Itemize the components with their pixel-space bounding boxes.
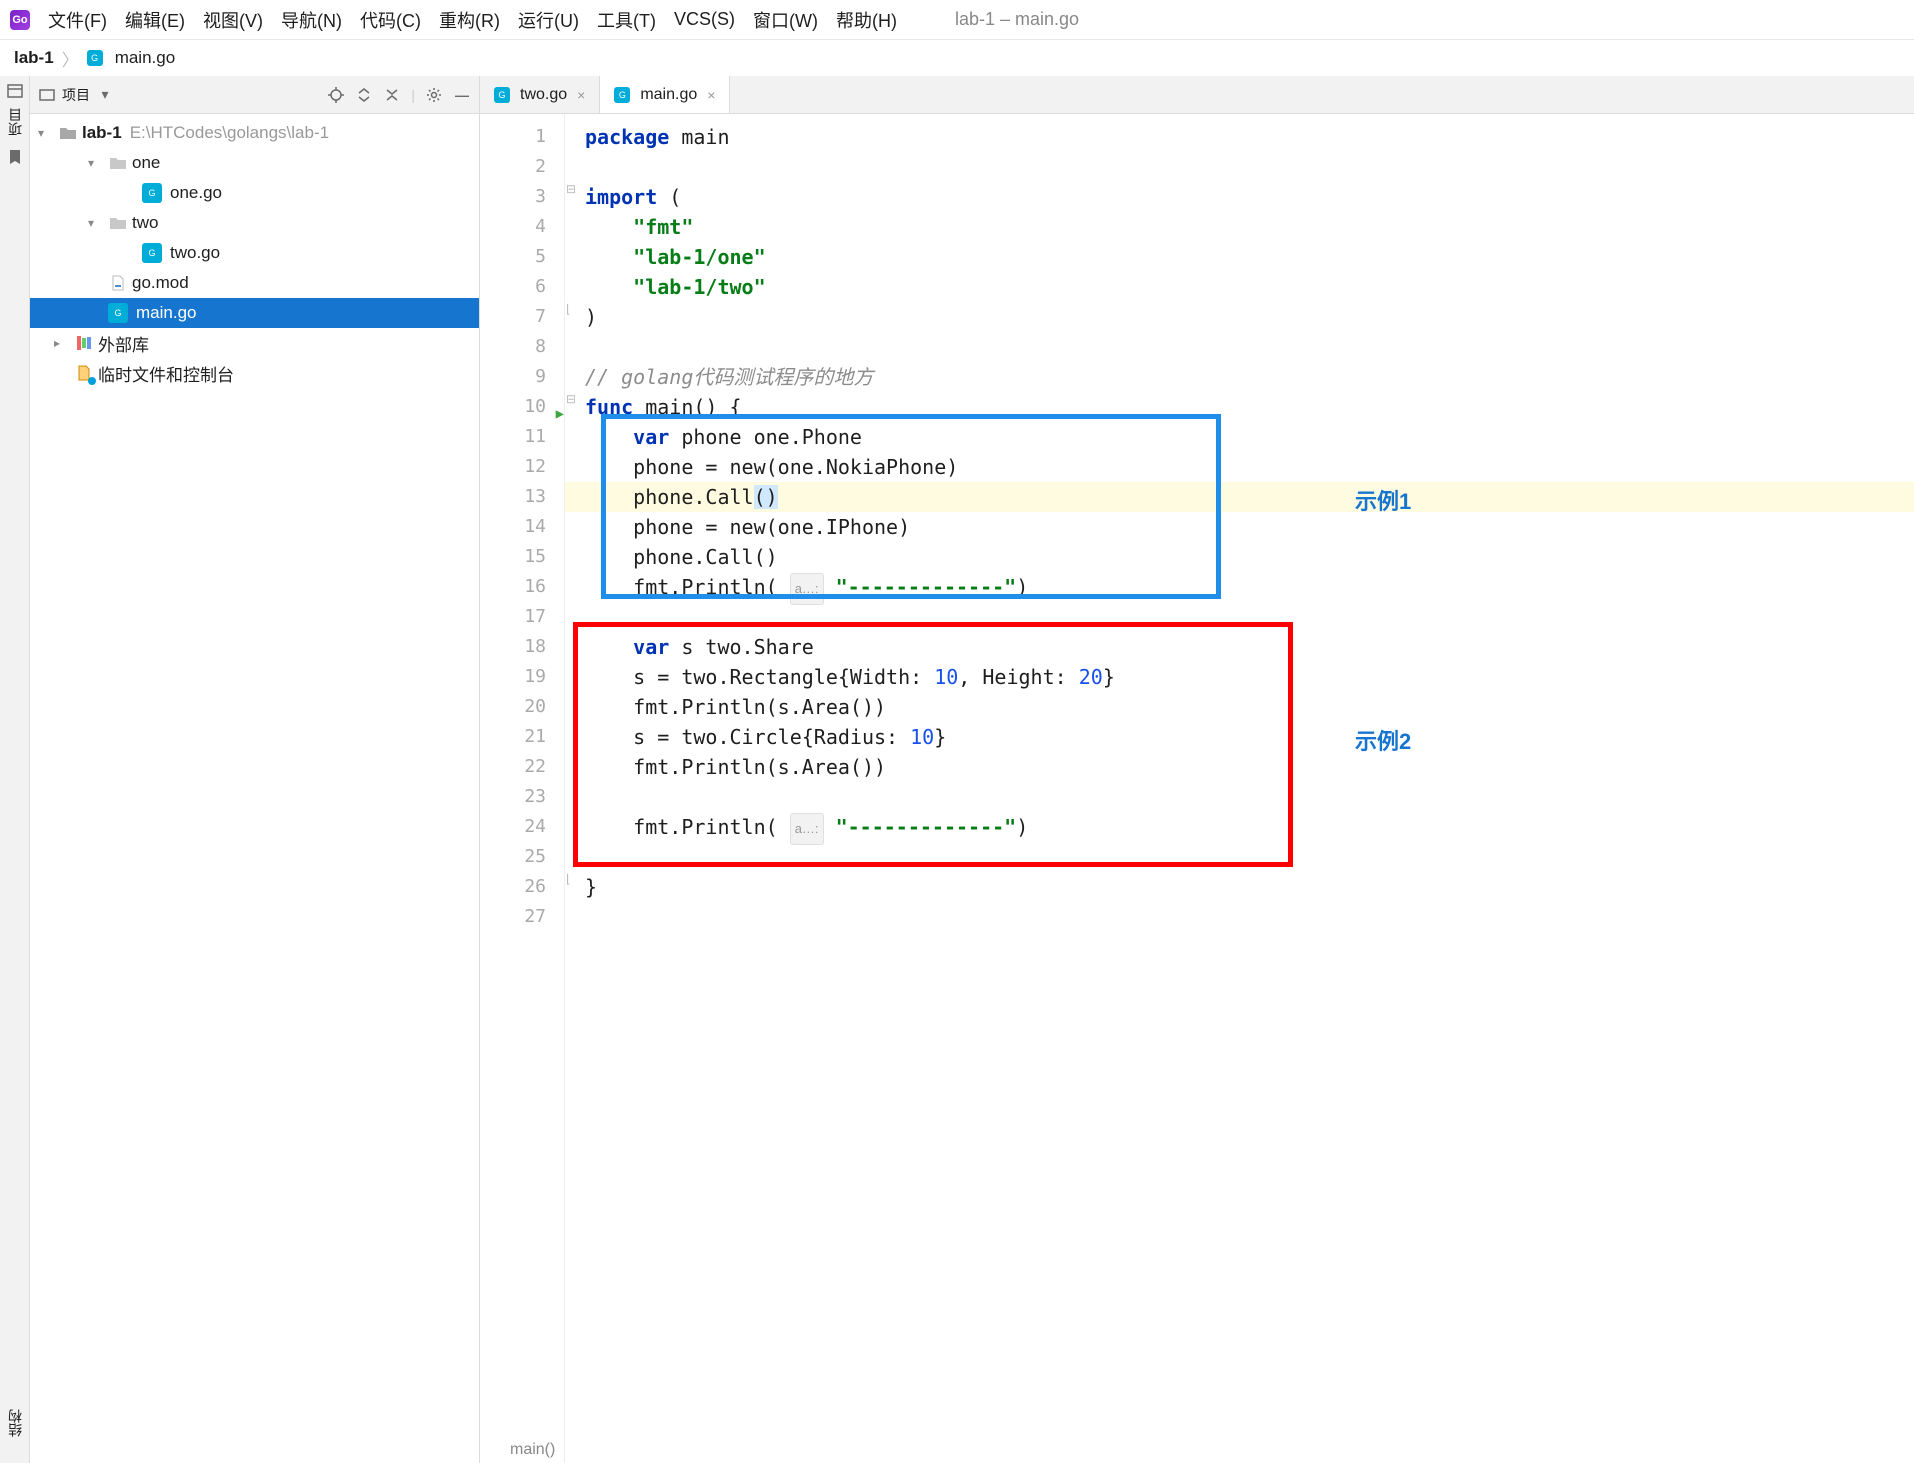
tree-scratches-label: 临时文件和控制台 (98, 361, 234, 386)
menu-code[interactable]: 代码(C) (360, 7, 421, 33)
param-hint: a…: (790, 813, 824, 845)
tab-label: main.go (640, 86, 697, 104)
tree-external-libs-label: 外部库 (98, 331, 149, 356)
menu-edit[interactable]: 编辑(E) (125, 7, 185, 33)
expand-all-icon[interactable] (355, 86, 373, 104)
chevron-down-icon[interactable]: ▾ (96, 86, 114, 104)
tree-root-label: lab-1 (82, 123, 122, 143)
folder-icon (108, 213, 128, 233)
go-file-icon: G (494, 87, 510, 103)
go-file-icon: G (108, 303, 128, 323)
tab-main-go[interactable]: G main.go × (600, 76, 730, 113)
fold-icon[interactable]: ⊟ (566, 182, 576, 196)
tab-label: two.go (520, 86, 567, 104)
param-hint: a…: (790, 573, 824, 605)
close-icon[interactable]: × (577, 87, 585, 103)
tree-scratches[interactable]: 临时文件和控制台 (30, 358, 479, 388)
menu-window[interactable]: 窗口(W) (753, 7, 818, 33)
fold-end-icon[interactable]: ⌊ (566, 302, 571, 316)
tree-folder-one[interactable]: ▾ one (30, 148, 479, 178)
tree-file-two-go[interactable]: G two.go (30, 238, 479, 268)
project-view-icon (38, 86, 56, 104)
tree-folder-label: one (132, 153, 160, 173)
chevron-right-icon: 〉 (62, 46, 79, 71)
breadcrumb: lab-1 〉 G main.go (0, 40, 1914, 76)
tree-external-libs[interactable]: ▸ 外部库 (30, 328, 479, 358)
code-editor[interactable]: ⊟ ⌊ ⊟ ⌊ package main import ( "fmt" "lab… (565, 114, 1914, 1463)
go-file-icon: G (142, 243, 162, 263)
breadcrumb-file[interactable]: main.go (115, 48, 175, 68)
tree-file-go-mod[interactable]: go.mod (30, 268, 479, 298)
left-strip-project-label[interactable]: 项目 (5, 108, 25, 136)
menu-navigate[interactable]: 导航(N) (281, 7, 342, 33)
menu-view[interactable]: 视图(V) (203, 7, 263, 33)
project-toolbar-label[interactable]: 项目 (62, 85, 90, 105)
window-title: lab-1 – main.go (955, 9, 1079, 30)
locate-icon[interactable] (327, 86, 345, 104)
tree-file-label: two.go (170, 243, 220, 263)
bookmark-tool-icon[interactable] (6, 148, 24, 166)
go-file-icon: G (142, 183, 162, 203)
app-logo: Go (10, 10, 30, 30)
menu-file[interactable]: 文件(F) (48, 7, 107, 33)
tree-file-label: one.go (170, 183, 222, 203)
menu-refactor[interactable]: 重构(R) (439, 7, 500, 33)
folder-icon (108, 153, 128, 173)
tree-folder-label: two (132, 213, 158, 233)
hide-panel-icon[interactable]: — (453, 86, 471, 104)
tree-file-one-go[interactable]: G one.go (30, 178, 479, 208)
tree-project-root[interactable]: ▾ lab-1 E:\HTCodes\golangs\lab-1 (30, 118, 479, 148)
project-tool-icon[interactable] (6, 82, 24, 100)
status-bar-context[interactable]: main() (500, 1437, 565, 1463)
tree-folder-two[interactable]: ▾ two (30, 208, 479, 238)
fold-end-icon[interactable]: ⌊ (566, 872, 571, 886)
folder-icon (58, 123, 78, 143)
go-file-icon: G (614, 87, 630, 103)
annotation-label-1: 示例1 (1355, 484, 1411, 516)
close-icon[interactable]: × (707, 87, 715, 103)
editor-gutter[interactable]: 123 456 789 10▶ 111213 141516 171819 202… (480, 114, 565, 1463)
tab-two-go[interactable]: G two.go × (480, 76, 600, 113)
breadcrumb-project[interactable]: lab-1 (14, 48, 54, 68)
tree-file-label: main.go (136, 303, 196, 323)
tree-root-path: E:\HTCodes\golangs\lab-1 (130, 123, 329, 143)
menu-help[interactable]: 帮助(H) (836, 7, 897, 33)
menu-run[interactable]: 运行(U) (518, 7, 579, 33)
annotation-label-2: 示例2 (1355, 724, 1411, 756)
go-file-icon: G (87, 50, 103, 66)
tree-file-label: go.mod (132, 273, 189, 293)
external-lib-icon (74, 333, 94, 353)
left-strip-structure-label[interactable]: 结构 (5, 1409, 25, 1437)
scratch-icon (74, 363, 94, 383)
menu-tools[interactable]: 工具(T) (597, 7, 656, 33)
tree-file-main-go[interactable]: G main.go (30, 298, 479, 328)
collapse-all-icon[interactable] (383, 86, 401, 104)
menu-vcs[interactable]: VCS(S) (674, 9, 735, 30)
file-icon (108, 273, 128, 293)
gear-icon[interactable] (425, 86, 443, 104)
fold-icon[interactable]: ⊟ (566, 392, 576, 406)
